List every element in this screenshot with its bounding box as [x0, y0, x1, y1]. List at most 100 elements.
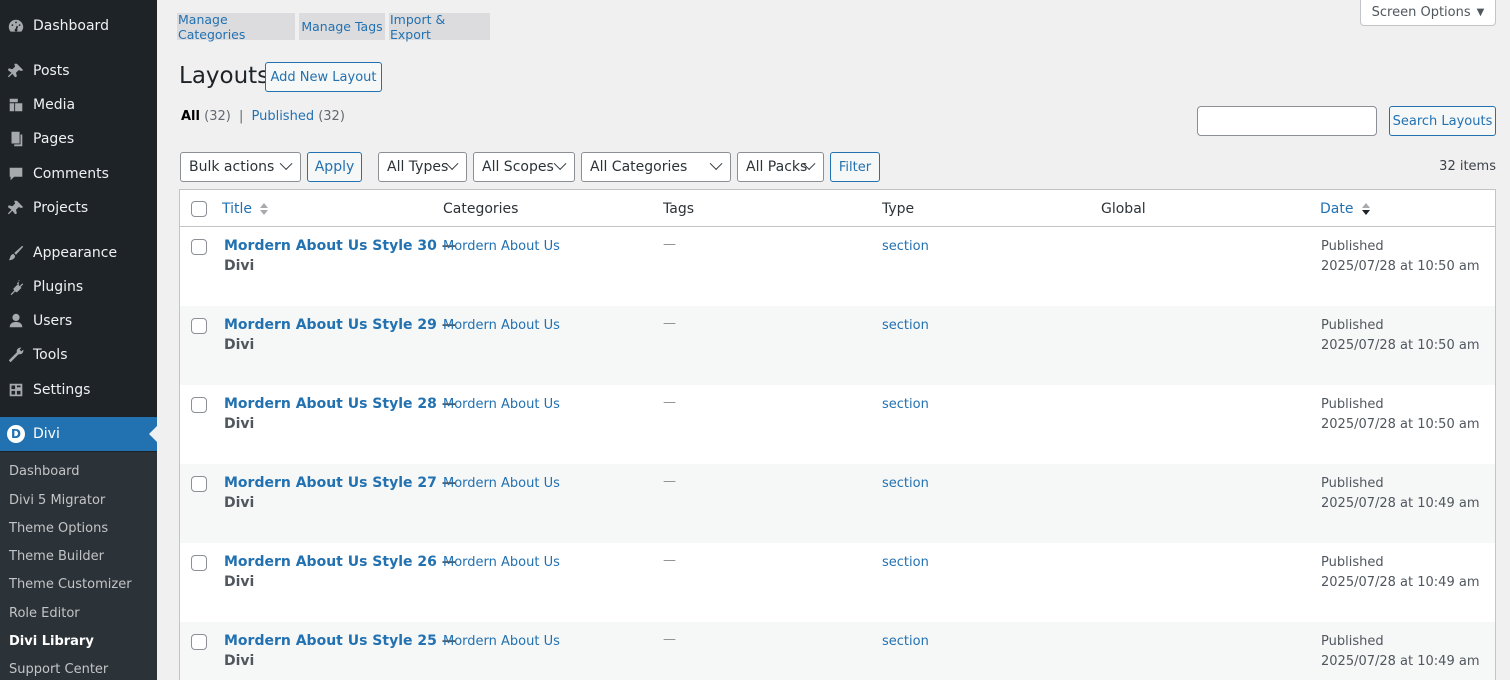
pages-icon [6, 129, 26, 149]
row-type-link[interactable]: section [882, 476, 929, 491]
row-type-link[interactable]: section [882, 239, 929, 254]
row-type-link[interactable]: section [882, 555, 929, 570]
sidebar-item-media[interactable]: Media [0, 88, 157, 122]
table-row: Mordern About Us Style 25 — Divi Mordern… [180, 622, 1495, 680]
sidebar-item-label: Settings [33, 382, 91, 398]
table-row: Mordern About Us Style 28 — Divi Mordern… [180, 385, 1495, 464]
row-post-state: Divi [224, 653, 255, 669]
view-all[interactable]: All [181, 109, 200, 124]
sidebar-item-comments[interactable]: Comments [0, 157, 157, 191]
global-column-header: Global [1101, 201, 1146, 217]
search-input[interactable] [1197, 106, 1377, 136]
admin-sidebar: Dashboard Posts Media Pages Comments Pro… [0, 0, 157, 680]
row-category-link[interactable]: Mordern About Us [443, 634, 560, 649]
sidebar-item-label: Dashboard [33, 18, 109, 34]
tags-column-header: Tags [663, 201, 694, 217]
divi-logo-icon: D [6, 424, 26, 444]
screen-options-label: Screen Options [1371, 5, 1471, 20]
media-icon [6, 95, 26, 115]
sidebar-item-users[interactable]: Users [0, 304, 157, 338]
row-title-link[interactable]: Mordern About Us Style 29 [224, 317, 437, 333]
title-column-header[interactable]: Title [222, 201, 269, 217]
tab-manage-tags[interactable]: Manage Tags [299, 13, 385, 40]
pack-filter-select[interactable]: All Packs [737, 152, 824, 182]
date-column-header[interactable]: Date [1320, 201, 1370, 217]
sidebar-item-label: Media [33, 97, 76, 113]
sidebar-item-settings[interactable]: Settings [0, 373, 157, 407]
sidebar-item-pages[interactable]: Pages [0, 122, 157, 156]
row-checkbox[interactable] [191, 318, 207, 334]
divi-submenu: Dashboard Divi 5 Migrator Theme Options … [0, 452, 157, 680]
row-type-link[interactable]: section [882, 397, 929, 412]
submenu-theme-options[interactable]: Theme Options [9, 519, 108, 539]
row-date: 2025/07/28 at 10:50 am [1321, 417, 1480, 432]
select-all-checkbox[interactable] [191, 201, 207, 217]
view-published-count: (32) [318, 109, 345, 124]
row-type-link[interactable]: section [882, 634, 929, 649]
sidebar-item-divi[interactable]: D Divi [0, 417, 157, 451]
tab-manage-categories[interactable]: Manage Categories [177, 12, 295, 42]
submenu-theme-builder[interactable]: Theme Builder [9, 547, 104, 567]
filter-button[interactable]: Filter [830, 152, 880, 182]
type-filter-select[interactable]: All Types [378, 152, 467, 182]
row-title-link[interactable]: Mordern About Us Style 28 [224, 396, 437, 412]
layouts-table: Title Categories Tags Type Global Date M… [179, 189, 1496, 680]
row-title-link[interactable]: Mordern About Us Style 27 [224, 475, 437, 491]
bulk-actions-select[interactable]: Bulk actions [180, 152, 301, 182]
row-checkbox[interactable] [191, 476, 207, 492]
submenu-theme-customizer[interactable]: Theme Customizer [9, 575, 132, 595]
sidebar-item-plugins[interactable]: Plugins [0, 270, 157, 304]
row-title-link[interactable]: Mordern About Us Style 26 [224, 554, 437, 570]
category-filter-select[interactable]: All Categories [581, 152, 731, 182]
submenu-divi-library[interactable]: Divi Library [9, 632, 94, 652]
row-checkbox[interactable] [191, 239, 207, 255]
tab-import-export[interactable]: Import & Export [389, 12, 490, 42]
sidebar-item-label: Divi [33, 426, 60, 442]
row-category-link[interactable]: Mordern About Us [443, 555, 560, 570]
row-date: 2025/07/28 at 10:50 am [1321, 259, 1480, 274]
row-tags: — [663, 632, 676, 647]
scope-filter-select[interactable]: All Scopes [473, 152, 575, 182]
submenu-divi-5-migrator[interactable]: Divi 5 Migrator [9, 491, 105, 511]
sidebar-item-dashboard[interactable]: Dashboard [0, 9, 157, 43]
row-tags: — [663, 395, 676, 410]
submenu-role-editor[interactable]: Role Editor [9, 604, 80, 624]
sidebar-item-label: Projects [33, 200, 89, 216]
row-post-state: Divi [224, 416, 255, 432]
sidebar-item-appearance[interactable]: Appearance [0, 236, 157, 270]
sidebar-item-label: Posts [33, 63, 70, 79]
pack-filter-value: All Packs [746, 159, 808, 175]
row-status: Published [1321, 555, 1384, 570]
screen-options-button[interactable]: Screen Options ▼ [1360, 0, 1496, 26]
row-status: Published [1321, 397, 1384, 412]
sidebar-item-posts[interactable]: Posts [0, 54, 157, 88]
row-category-link[interactable]: Mordern About Us [443, 239, 560, 254]
items-count: 32 items [1439, 159, 1496, 174]
row-checkbox[interactable] [191, 634, 207, 650]
row-checkbox[interactable] [191, 555, 207, 571]
row-title-link[interactable]: Mordern About Us Style 25 [224, 633, 437, 649]
row-category-link[interactable]: Mordern About Us [443, 476, 560, 491]
active-indicator [149, 426, 157, 442]
add-new-layout-button[interactable]: Add New Layout [265, 62, 382, 92]
search-layouts-button[interactable]: Search Layouts [1389, 106, 1496, 136]
sort-desc-icon [1361, 203, 1370, 215]
sidebar-item-tools[interactable]: Tools [0, 338, 157, 372]
submenu-dashboard[interactable]: Dashboard [9, 462, 80, 482]
row-status: Published [1321, 318, 1384, 333]
caret-down-icon: ▼ [1476, 7, 1485, 18]
table-row: Mordern About Us Style 26 — Divi Mordern… [180, 543, 1495, 622]
view-published[interactable]: Published [251, 109, 314, 124]
row-type-link[interactable]: section [882, 318, 929, 333]
sidebar-item-projects[interactable]: Projects [0, 191, 157, 225]
row-category-link[interactable]: Mordern About Us [443, 318, 560, 333]
row-checkbox[interactable] [191, 397, 207, 413]
table-row: Mordern About Us Style 27 — Divi Mordern… [180, 464, 1495, 543]
sidebar-item-label: Pages [33, 131, 75, 147]
row-category-link[interactable]: Mordern About Us [443, 397, 560, 412]
row-post-state: Divi [224, 574, 255, 590]
apply-button[interactable]: Apply [307, 152, 362, 182]
categories-column-header: Categories [443, 201, 519, 217]
submenu-support-center[interactable]: Support Center [9, 660, 108, 680]
row-title-link[interactable]: Mordern About Us Style 30 [224, 238, 437, 254]
